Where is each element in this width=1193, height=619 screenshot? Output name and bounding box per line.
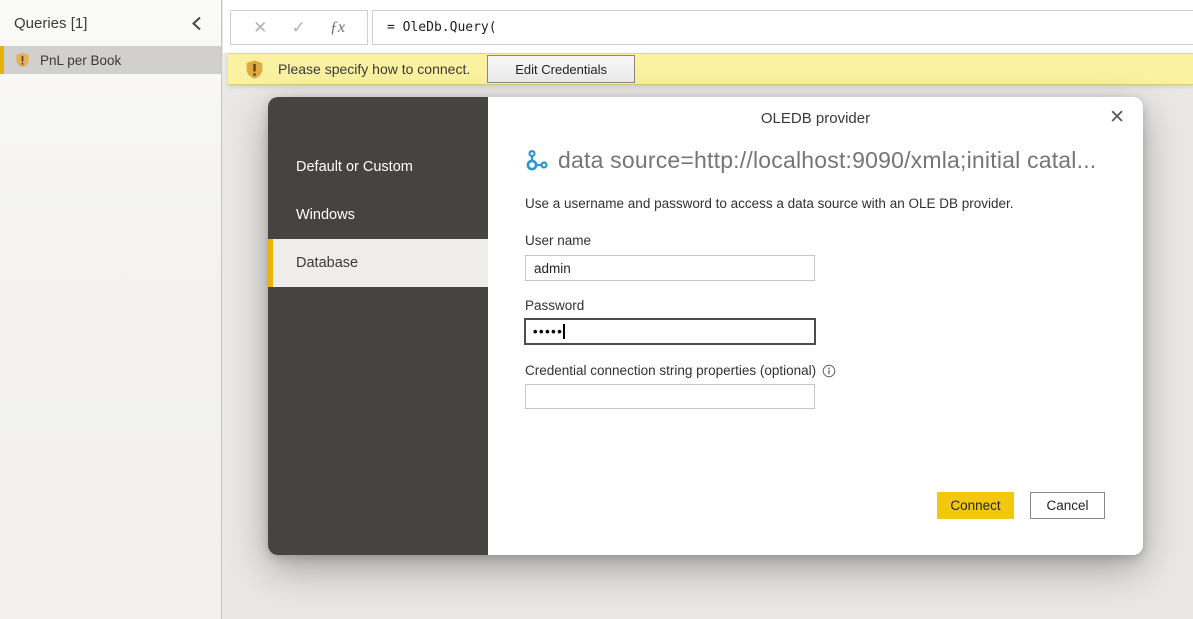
edit-credentials-button[interactable]: Edit Credentials [487,55,635,83]
info-icon[interactable] [822,364,836,378]
connect-button[interactable]: Connect [937,492,1014,519]
commit-formula-icon[interactable]: ✓ [291,19,305,36]
queries-pane-header: Queries [1] [0,0,221,46]
text-cursor [563,324,565,339]
dialog-auth-nav: Default or Custom Windows Database [268,97,488,555]
selected-query-accent-bar [0,46,4,74]
credential-props-input[interactable] [525,384,815,409]
datasource-nodes-icon [524,150,549,172]
dialog-content: OLEDB provider ✕ data source=http://loca… [488,97,1143,555]
dialog-description: Use a username and password to access a … [525,196,1014,211]
collapse-pane-button[interactable] [185,12,207,34]
username-input[interactable] [525,255,815,281]
add-function-fx-icon[interactable]: ƒx [330,19,345,37]
formula-text: = OleDb.Query( [387,20,497,35]
datasource-heading-text: data source=http://localhost:9090/xmla;i… [558,147,1096,174]
dialog-close-icon[interactable]: ✕ [1107,106,1127,129]
nav-item-database[interactable]: Database [268,239,488,287]
formula-bar-actions: ✕ ✓ ƒx [230,10,368,45]
banner-message: Please specify how to connect. [278,61,470,77]
warning-shield-icon [245,58,264,81]
password-input[interactable]: ••••• [524,318,816,345]
datasource-heading: data source=http://localhost:9090/xmla;i… [524,147,1127,174]
query-item-pnl-per-book[interactable]: PnL per Book [0,46,221,74]
password-label: Password [525,298,584,313]
credential-props-label-text: Credential connection string properties … [525,363,816,378]
discard-formula-icon[interactable]: ✕ [253,19,267,36]
chevron-left-icon [191,16,202,31]
credential-props-label: Credential connection string properties … [525,363,836,378]
credentials-warning-banner: Please specify how to connect. Edit Cred… [228,53,1193,85]
query-item-label: PnL per Book [40,53,121,68]
dialog-buttons: Connect Cancel [937,492,1105,519]
nav-item-default-or-custom[interactable]: Default or Custom [268,143,488,191]
dialog-title: OLEDB provider [488,110,1143,127]
query-warning-shield-icon [15,52,30,68]
nav-item-windows[interactable]: Windows [268,191,488,239]
nav-item-label: Windows [296,207,355,223]
cancel-button[interactable]: Cancel [1030,492,1105,519]
nav-item-label: Default or Custom [296,159,413,175]
nav-item-label: Database [296,255,358,271]
oledb-provider-dialog: Default or Custom Windows Database OLEDB… [268,97,1143,555]
formula-bar-input[interactable]: = OleDb.Query( [372,10,1193,45]
queries-pane-title: Queries [1] [14,15,87,32]
queries-pane: Queries [1] PnL per Book [0,0,222,619]
username-label: User name [525,233,591,248]
password-masked-value: ••••• [533,325,563,338]
